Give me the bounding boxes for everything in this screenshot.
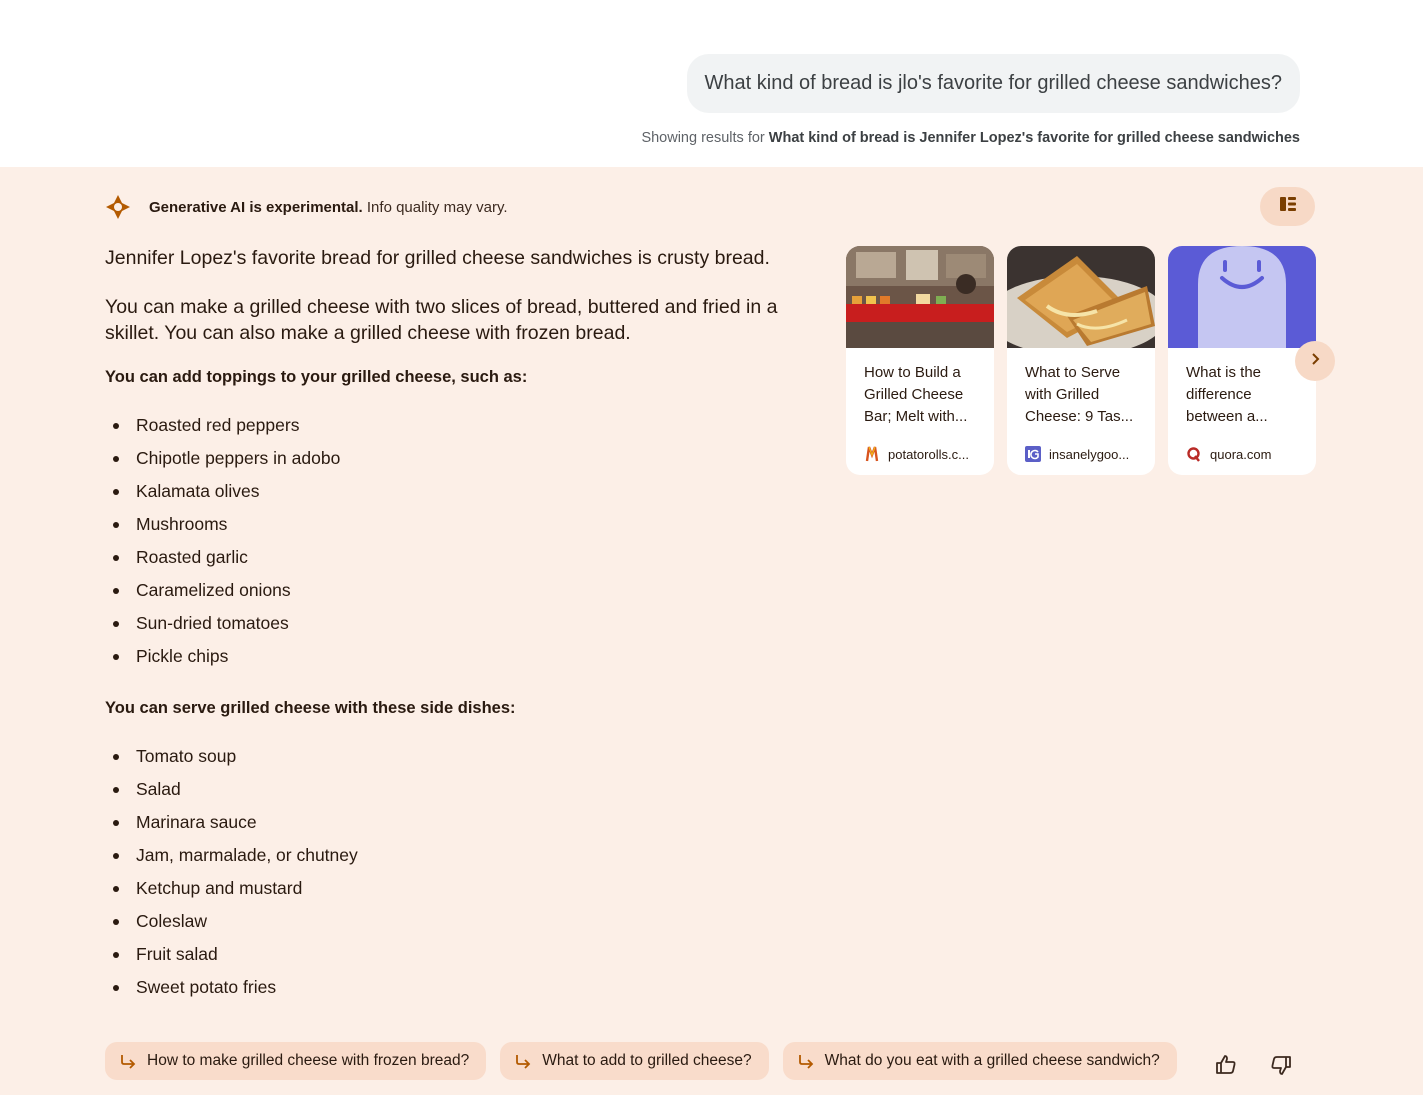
search-query-area: What kind of bread is jlo's favorite for…: [0, 0, 1423, 167]
chip-label: What to add to grilled cheese?: [542, 1052, 752, 1069]
list-item: Chipotle peppers in adobo: [105, 442, 805, 475]
list-item: Kalamata olives: [105, 475, 805, 508]
follow-up-chip[interactable]: How to make grilled cheese with frozen b…: [105, 1042, 487, 1080]
quora-favicon-icon: [1186, 446, 1202, 462]
experimental-notice-bold: Generative AI is experimental.: [149, 198, 363, 216]
card-image-smiley-placeholder: [1168, 246, 1316, 348]
list-item: Mushrooms: [105, 508, 805, 541]
showing-results-line: Showing results for What kind of bread i…: [641, 130, 1300, 146]
ai-header: Generative AI is experimental. Info qual…: [104, 194, 508, 220]
potato-rolls-favicon-icon: [864, 446, 880, 462]
list-item: Caramelized onions: [105, 574, 805, 607]
experimental-notice: Generative AI is experimental. Info qual…: [149, 199, 508, 216]
list-item: Tomato soup: [105, 740, 805, 773]
list-item: Ketchup and mustard: [105, 872, 805, 905]
list-item: Pickle chips: [105, 640, 805, 673]
follow-up-arrow-icon: [514, 1052, 532, 1070]
follow-up-chips: How to make grilled cheese with frozen b…: [105, 1042, 1177, 1080]
list-item: Roasted garlic: [105, 541, 805, 574]
card-image-grilled-sandwich: [1007, 246, 1155, 348]
list-item: Sweet potato fries: [105, 971, 805, 1004]
toppings-list: Roasted red peppers Chipotle peppers in …: [105, 409, 805, 673]
query-text: What kind of bread is jlo's favorite for…: [704, 72, 1282, 94]
card-source: insanelygoo...: [1025, 446, 1129, 462]
ai-answer: Jennifer Lopez's favorite bread for gril…: [105, 245, 805, 1030]
answer-paragraph-2: You can make a grilled cheese with two s…: [105, 296, 778, 344]
sides-heading: You can serve grilled cheese with these …: [105, 699, 516, 717]
sparkle-logo-icon: [104, 193, 132, 221]
chip-label: What do you eat with a grilled cheese sa…: [824, 1052, 1160, 1069]
query-bubble[interactable]: What kind of bread is jlo's favorite for…: [686, 54, 1300, 113]
layout-toggle-button[interactable]: [1260, 187, 1315, 226]
ai-overview-panel: Generative AI is experimental. Info qual…: [0, 167, 1423, 1095]
thumbs-up-icon[interactable]: [1214, 1053, 1238, 1077]
card-image-grilled-cheese-bar: [846, 246, 994, 348]
list-item: Sun-dried tomatoes: [105, 607, 805, 640]
chevron-right-icon: [1309, 352, 1321, 371]
layout-icon: [1279, 196, 1297, 217]
card-source-label: potatorolls.c...: [888, 446, 969, 462]
card-source-label: quora.com: [1210, 446, 1272, 462]
corrected-query-link[interactable]: What kind of bread is Jennifer Lopez's f…: [769, 130, 1300, 146]
card-source-label: insanelygoo...: [1049, 446, 1130, 462]
showing-prefix: Showing results for: [641, 130, 769, 146]
thumbs-down-icon[interactable]: [1269, 1053, 1293, 1077]
cards-next-button[interactable]: [1295, 341, 1335, 381]
card-source: potatorolls.c...: [864, 446, 969, 462]
source-card[interactable]: What is the difference between a... quor…: [1168, 246, 1316, 475]
answer-paragraph-1: Jennifer Lopez's favorite bread for gril…: [105, 247, 770, 269]
card-title: What to Serve with Grilled Cheese: 9 Tas…: [1025, 364, 1134, 425]
source-cards: How to Build a Grilled Cheese Bar; Melt …: [846, 246, 1316, 475]
sides-list: Tomato soup Salad Marinara sauce Jam, ma…: [105, 740, 805, 1004]
insanely-good-favicon-icon: [1025, 446, 1041, 462]
list-item: Marinara sauce: [105, 806, 805, 839]
follow-up-arrow-icon: [119, 1052, 137, 1070]
card-title: How to Build a Grilled Cheese Bar; Melt …: [864, 364, 968, 425]
follow-up-arrow-icon: [797, 1052, 815, 1070]
follow-up-chip[interactable]: What do you eat with a grilled cheese sa…: [782, 1042, 1177, 1080]
source-card[interactable]: How to Build a Grilled Cheese Bar; Melt …: [846, 246, 994, 475]
list-item: Jam, marmalade, or chutney: [105, 839, 805, 872]
follow-up-chip[interactable]: What to add to grilled cheese?: [500, 1042, 769, 1080]
list-item: Roasted red peppers: [105, 409, 805, 442]
list-item: Salad: [105, 773, 805, 806]
experimental-notice-rest: Info quality may vary.: [362, 198, 508, 216]
card-source: quora.com: [1186, 446, 1271, 462]
source-card[interactable]: What to Serve with Grilled Cheese: 9 Tas…: [1007, 246, 1155, 475]
toppings-heading: You can add toppings to your grilled che…: [105, 368, 528, 386]
chip-label: How to make grilled cheese with frozen b…: [147, 1052, 470, 1069]
card-title: What is the difference between a...: [1186, 364, 1268, 425]
list-item: Fruit salad: [105, 938, 805, 971]
list-item: Coleslaw: [105, 905, 805, 938]
